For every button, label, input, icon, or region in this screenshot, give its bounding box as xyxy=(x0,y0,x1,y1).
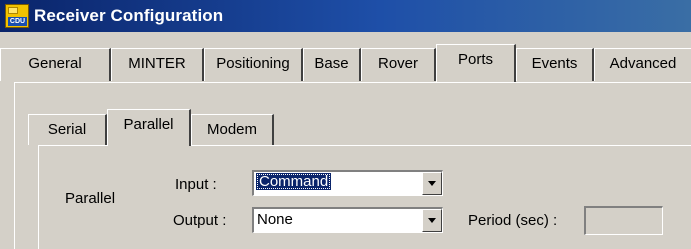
output-select-value: None xyxy=(257,211,293,228)
subtab-label: Serial xyxy=(47,121,87,138)
input-label: Input : xyxy=(175,176,217,193)
subtab-label: Modem xyxy=(206,121,258,138)
tab-label: General xyxy=(28,55,82,72)
tab-label: Events xyxy=(531,55,578,72)
subtab-modem[interactable]: Modem xyxy=(191,114,274,145)
period-input[interactable] xyxy=(584,206,663,235)
main-tab-row: General MINTER Positioning Base Rover Po… xyxy=(0,44,691,82)
parallel-group-label: Parallel xyxy=(65,190,116,207)
tab-label: MINTER xyxy=(128,55,186,72)
period-label: Period (sec) : xyxy=(468,212,558,229)
output-dropdown-button[interactable] xyxy=(422,209,442,232)
tab-rover[interactable]: Rover xyxy=(361,48,436,81)
tab-general[interactable]: General xyxy=(0,48,111,81)
subtab-label: Parallel xyxy=(123,116,174,133)
window-title: Receiver Configuration xyxy=(34,6,224,25)
subtab-parallel[interactable]: Parallel xyxy=(107,109,191,146)
tab-events[interactable]: Events xyxy=(516,48,594,81)
folder-icon xyxy=(8,7,18,14)
output-label: Output : xyxy=(173,212,227,229)
input-select-value: Command xyxy=(256,173,332,190)
input-select[interactable]: Command xyxy=(252,170,443,196)
tab-advanced[interactable]: Advanced xyxy=(594,48,691,81)
app-icon[interactable]: CDU xyxy=(5,4,29,28)
tab-base[interactable]: Base xyxy=(303,48,361,81)
tab-positioning[interactable]: Positioning xyxy=(204,48,303,81)
subtab-serial[interactable]: Serial xyxy=(28,114,107,145)
tab-label: Base xyxy=(314,55,349,72)
tab-label: Rover xyxy=(377,55,418,72)
app-icon-text: CDU xyxy=(8,17,27,26)
chevron-down-icon xyxy=(428,181,436,186)
output-select[interactable]: None xyxy=(252,207,443,233)
tab-label: Advanced xyxy=(609,55,677,72)
tab-minter[interactable]: MINTER xyxy=(111,48,204,81)
tab-label: Positioning xyxy=(216,55,290,72)
input-dropdown-button[interactable] xyxy=(422,172,442,195)
tab-ports[interactable]: Ports xyxy=(436,44,516,82)
title-bar[interactable]: CDU Receiver Configuration xyxy=(0,0,691,32)
chevron-down-icon xyxy=(428,218,436,223)
tab-label: Ports xyxy=(457,51,493,68)
